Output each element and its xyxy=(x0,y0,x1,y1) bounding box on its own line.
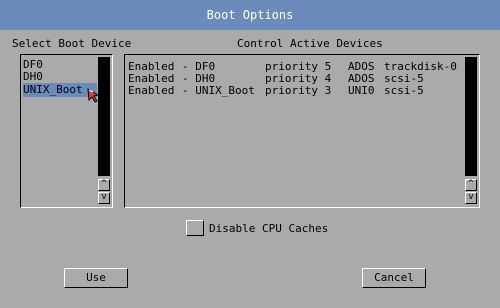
window-title: Boot Options xyxy=(206,8,294,22)
control-active-devices-label: Control Active Devices xyxy=(237,37,383,50)
active-devices-list[interactable]: Enabled - DF0 priority 5 ADOS trackdisk-… xyxy=(124,54,480,208)
list-item[interactable]: DF0 xyxy=(23,59,97,70)
device-priority: priority 3 xyxy=(265,84,332,97)
scroll-down-button[interactable]: v xyxy=(465,192,477,204)
scroll-up-button[interactable]: ^ xyxy=(98,179,110,191)
scrollbar-knob[interactable] xyxy=(100,59,108,174)
device-priority: priority 4 xyxy=(265,72,332,85)
arrow-down-icon: v xyxy=(468,192,474,202)
device-name: - DF0 xyxy=(182,60,216,73)
active-devices-scrollbar[interactable] xyxy=(465,57,477,176)
device-status: Enabled xyxy=(128,72,175,85)
title-bar: Boot Options xyxy=(0,0,500,30)
device-dostype: ADOS xyxy=(348,60,375,73)
arrow-down-icon: v xyxy=(101,192,107,202)
device-driver: scsi-5 xyxy=(384,84,424,97)
device-name: - DH0 xyxy=(182,72,216,85)
device-dostype: ADOS xyxy=(348,72,375,85)
list-item-selected[interactable]: UNIX_Boot xyxy=(23,83,97,97)
scroll-up-button[interactable]: ^ xyxy=(465,179,477,191)
device-status: Enabled xyxy=(128,84,175,97)
device-priority: priority 5 xyxy=(265,60,332,73)
cancel-button[interactable]: Cancel xyxy=(362,268,426,288)
scroll-down-button[interactable]: v xyxy=(98,192,110,204)
boot-options-screen: Boot Options Select Boot Device DF0 DH0 … xyxy=(0,0,500,308)
device-driver: trackdisk-0 xyxy=(384,60,457,73)
select-boot-device-label: Select Boot Device xyxy=(12,37,132,50)
device-dostype: UNI0 xyxy=(348,84,375,97)
arrow-up-icon: ^ xyxy=(468,179,474,189)
use-button[interactable]: Use xyxy=(64,268,128,288)
scrollbar-knob[interactable] xyxy=(467,59,475,174)
boot-device-list[interactable]: DF0 DH0 UNIX_Boot ^ v xyxy=(20,54,113,208)
device-name: - UNIX_Boot xyxy=(182,84,255,97)
device-driver: scsi-5 xyxy=(384,72,424,85)
boot-device-scrollbar[interactable] xyxy=(98,57,110,176)
table-row[interactable]: Enabled - DF0 priority 5 ADOS trackdisk-… xyxy=(128,60,457,73)
disable-cpu-caches-checkbox[interactable] xyxy=(186,220,204,236)
table-row[interactable]: Enabled - UNIX_Boot priority 3 UNI0 scsi… xyxy=(128,85,448,96)
device-status: Enabled xyxy=(128,60,175,73)
table-row[interactable]: Enabled - DH0 priority 4 ADOS scsi-5 xyxy=(128,73,448,84)
disable-cpu-caches-label: Disable CPU Caches xyxy=(209,222,329,235)
list-item[interactable]: DH0 xyxy=(23,71,97,82)
arrow-up-icon: ^ xyxy=(101,179,107,189)
